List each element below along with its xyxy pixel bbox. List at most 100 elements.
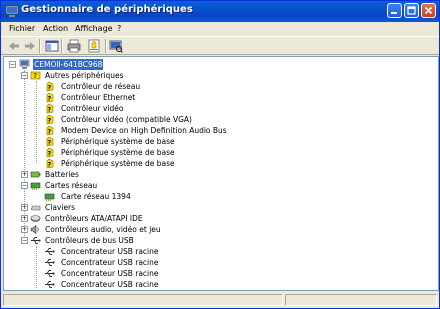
group-batteries[interactable]: Batteries xyxy=(30,169,160,180)
group-claviers[interactable]: Claviers xyxy=(30,202,160,213)
device-label: Concentrateur USB racine xyxy=(61,280,159,289)
menu-action[interactable]: Action xyxy=(43,24,68,33)
tree-root[interactable]: CEMOII-641BC968 xyxy=(19,59,139,70)
status-bar xyxy=(3,293,439,307)
usb-icon xyxy=(45,281,55,288)
toolbar-separator xyxy=(39,39,41,53)
back-arrow-icon[interactable] xyxy=(7,39,21,53)
device-item[interactable]: Concentrateur USB racine xyxy=(44,268,244,279)
group-label: Autres périphériques xyxy=(45,71,124,80)
device-manager-window: Gestionnaire de périphériques Fichier Ac… xyxy=(0,0,440,309)
keyboard-icon xyxy=(30,205,41,211)
root-collapse-toggle[interactable]: − xyxy=(9,61,16,68)
device-item[interactable]: ? Modem Device on High Definition Audio … xyxy=(44,125,264,136)
group-toggle[interactable]: + xyxy=(21,226,28,233)
group-ata-atapi[interactable]: Contrôleurs ATA/ATAPI IDE xyxy=(30,213,180,224)
group-label: Claviers xyxy=(45,203,76,212)
print-icon[interactable] xyxy=(67,39,81,53)
minimize-button[interactable] xyxy=(387,3,402,18)
toolbar xyxy=(1,36,439,55)
svg-text:?: ? xyxy=(48,117,52,125)
device-label: Modem Device on High Definition Audio Bu… xyxy=(61,126,227,135)
usb-icon xyxy=(45,248,55,255)
group-label: Contrôleurs ATA/ATAPI IDE xyxy=(45,214,143,223)
group-toggle[interactable]: − xyxy=(21,237,28,244)
device-item[interactable]: ? Contrôleur vidéo xyxy=(44,103,244,114)
svg-text:?: ? xyxy=(48,139,52,147)
device-item[interactable]: Concentrateur USB racine xyxy=(44,246,244,257)
device-item[interactable]: ? Périphérique système de base xyxy=(44,136,244,147)
unknown-device-icon: ? xyxy=(46,147,54,158)
group-label: Contrôleurs de bus USB xyxy=(45,236,134,245)
svg-text:?: ? xyxy=(48,84,52,92)
menu-bar: Fichier Action Affichage ? xyxy=(1,22,439,36)
device-item[interactable]: ? Contrôleur vidéo (compatible VGA) xyxy=(44,114,244,125)
device-label: Concentrateur USB racine xyxy=(61,269,159,278)
computer-icon xyxy=(19,59,30,69)
toolbar-separator xyxy=(105,39,107,53)
properties-icon[interactable] xyxy=(87,39,101,53)
maximize-icon xyxy=(407,6,416,15)
usb-icon xyxy=(45,259,55,266)
group-toggle[interactable]: + xyxy=(21,204,28,211)
device-label: Contrôleur Ethernet xyxy=(61,93,136,102)
console-tree-icon[interactable] xyxy=(45,39,59,53)
menu-help[interactable]: ? xyxy=(117,24,121,33)
unknown-device-icon: ? xyxy=(30,71,41,80)
window-title: Gestionnaire de périphériques xyxy=(21,4,193,15)
device-label: Contrôleur vidéo (compatible VGA) xyxy=(61,115,192,124)
group-audio-video-jeu[interactable]: Contrôleurs audio, vidéo et jeu xyxy=(30,224,190,235)
tree-guide xyxy=(36,81,37,163)
forward-arrow-icon[interactable] xyxy=(23,39,37,53)
device-label: Périphérique système de base xyxy=(61,148,175,157)
group-toggle[interactable]: + xyxy=(21,215,28,222)
device-label: Contrôleur de réseau xyxy=(61,82,141,91)
usb-icon xyxy=(45,270,55,277)
group-cartes-reseau[interactable]: Cartes réseau xyxy=(30,180,160,191)
device-item[interactable]: Concentrateur USB racine xyxy=(44,257,244,268)
device-item[interactable]: ? Contrôleur Ethernet xyxy=(44,92,244,103)
svg-text:?: ? xyxy=(48,95,52,103)
unknown-device-icon: ? xyxy=(46,125,54,136)
device-item[interactable]: ? Périphérique système de base xyxy=(44,158,244,169)
toolbar-separator xyxy=(61,39,63,53)
device-item[interactable]: Concentrateur USB racine xyxy=(44,279,244,290)
device-label: Concentrateur USB racine xyxy=(61,247,159,256)
title-bar[interactable]: Gestionnaire de périphériques xyxy=(1,1,439,22)
minimize-icon xyxy=(391,12,397,14)
group-autres-peripheriques[interactable]: ? Autres périphériques xyxy=(30,70,160,81)
device-label: Concentrateur USB racine xyxy=(61,258,159,267)
device-item[interactable]: Carte réseau 1394 xyxy=(44,191,244,202)
device-label: Contrôleur vidéo xyxy=(61,104,124,113)
device-tree: − CEMOII-641BC968 − ? Autres périphériqu… xyxy=(3,56,439,291)
speaker-icon xyxy=(30,224,39,235)
scan-hardware-icon[interactable] xyxy=(109,39,123,53)
ide-controller-icon xyxy=(30,215,41,222)
group-usb[interactable]: Contrôleurs de bus USB xyxy=(30,235,180,246)
close-icon xyxy=(424,6,433,15)
group-label: Cartes réseau xyxy=(45,181,98,190)
group-label: Batteries xyxy=(45,170,79,179)
computer-name-label: CEMOII-641BC968 xyxy=(33,59,104,70)
device-item[interactable]: ? Contrôleur de réseau xyxy=(44,81,244,92)
group-toggle[interactable]: − xyxy=(21,72,28,79)
menu-fichier[interactable]: Fichier xyxy=(9,24,35,33)
menu-affichage[interactable]: Affichage xyxy=(75,24,113,33)
tree-guide xyxy=(36,246,37,288)
maximize-button[interactable] xyxy=(404,3,419,18)
close-button[interactable] xyxy=(421,3,436,18)
battery-icon xyxy=(30,171,41,178)
group-toggle[interactable]: + xyxy=(21,171,28,178)
group-toggle[interactable]: − xyxy=(21,182,28,189)
unknown-device-icon: ? xyxy=(46,81,54,92)
device-label: Périphérique système de base xyxy=(61,137,175,146)
svg-text:?: ? xyxy=(33,72,37,80)
svg-text:?: ? xyxy=(48,150,52,158)
device-manager-icon xyxy=(5,5,19,17)
group-label: Contrôleurs audio, vidéo et jeu xyxy=(45,225,161,234)
device-item[interactable]: ? Périphérique système de base xyxy=(44,147,244,158)
svg-text:?: ? xyxy=(48,106,52,114)
unknown-device-icon: ? xyxy=(46,103,54,114)
network-adapter-icon xyxy=(30,182,41,190)
unknown-device-icon: ? xyxy=(46,114,54,125)
